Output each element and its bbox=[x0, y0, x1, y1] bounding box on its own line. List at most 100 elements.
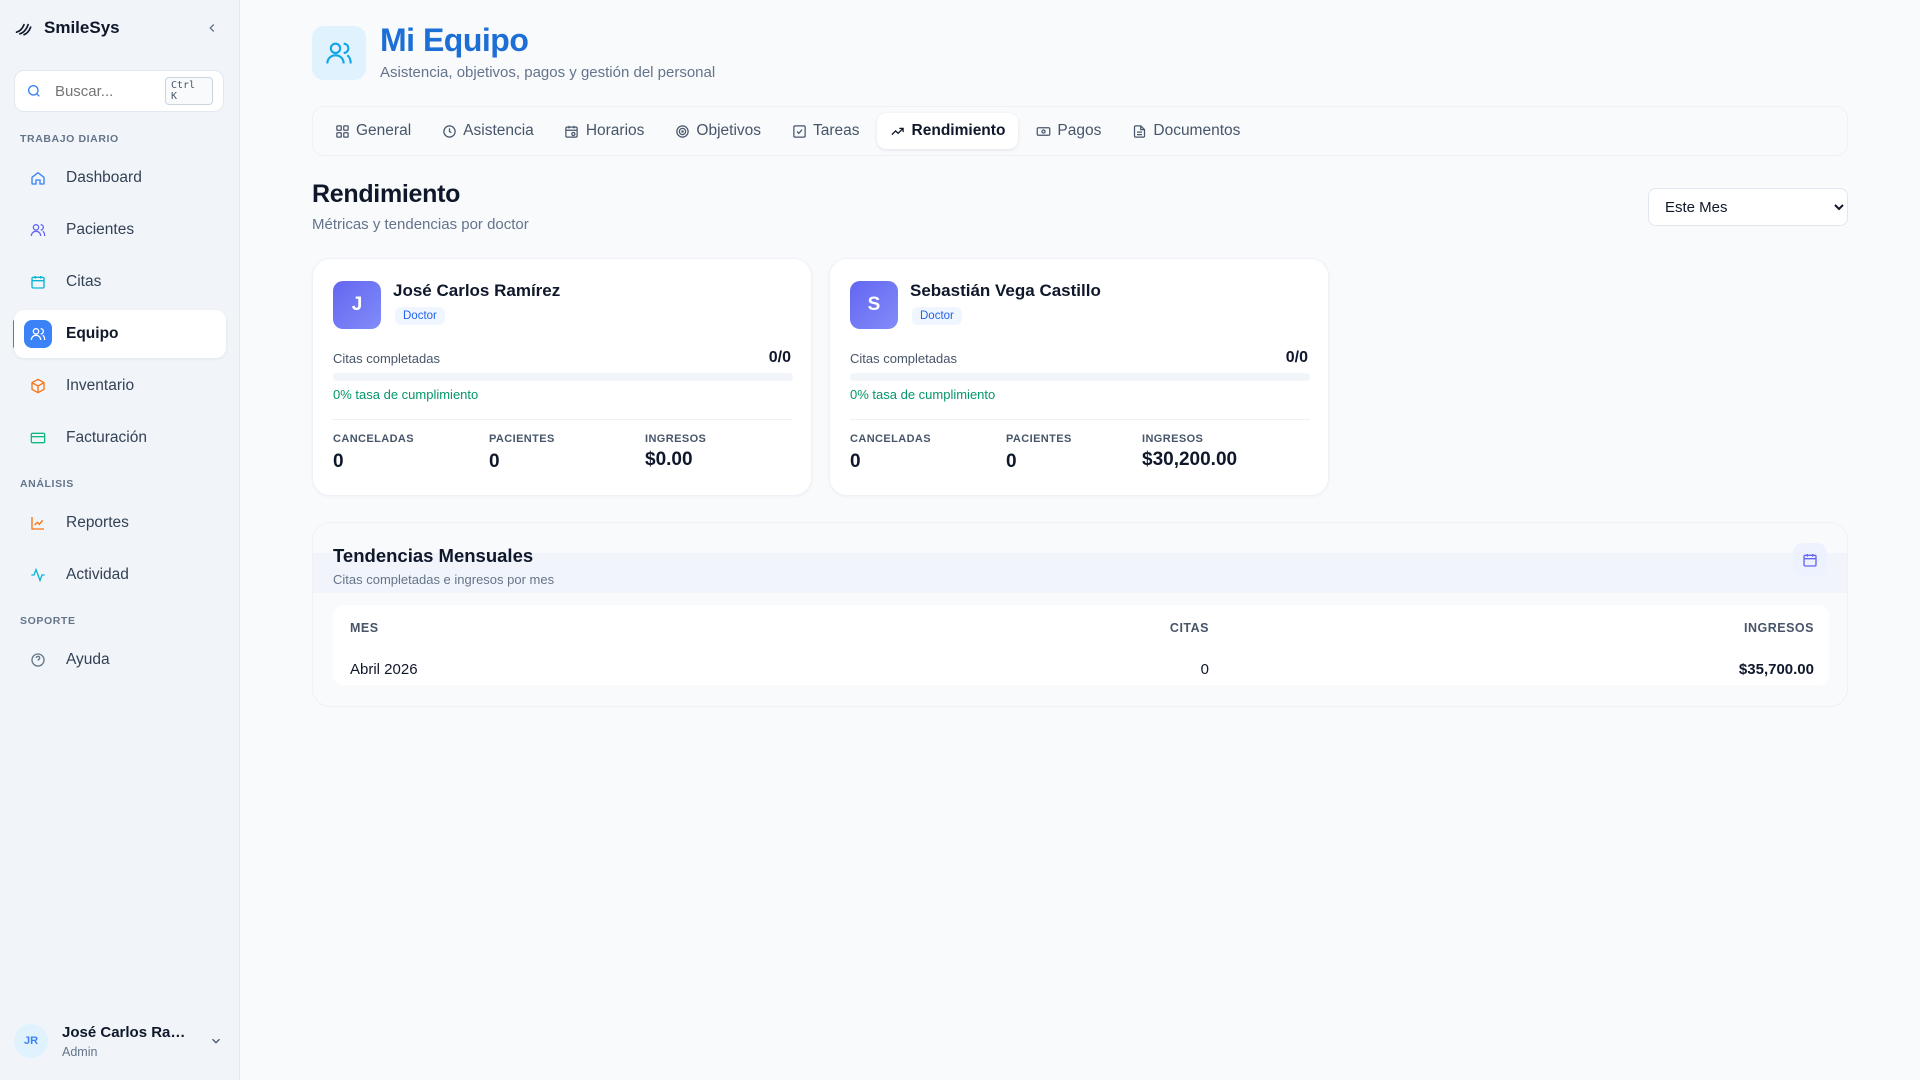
tab-bar: General Asistencia Horarios Objetivos Ta… bbox=[312, 106, 1848, 156]
monthly-trends-card: Tendencias Mensuales Citas completadas e… bbox=[312, 522, 1848, 707]
stat-label: Pacientes bbox=[1006, 433, 1072, 445]
column-header-appointments: Citas bbox=[1169, 621, 1209, 635]
stat-value: $30,200.00 bbox=[1142, 449, 1238, 470]
stat-label: Ingresos bbox=[645, 433, 707, 445]
home-icon bbox=[24, 164, 52, 192]
users-icon bbox=[24, 216, 52, 244]
doctor-card: S Sebastián Vega Castillo Doctor Citas c… bbox=[829, 258, 1329, 496]
stat-patients: Pacientes 0 bbox=[489, 433, 555, 473]
tab-general[interactable]: General bbox=[321, 113, 424, 149]
sidebar-item-equipo[interactable]: Equipo bbox=[14, 310, 226, 358]
activity-icon bbox=[24, 561, 52, 589]
tab-rendimiento[interactable]: Rendimiento bbox=[876, 113, 1019, 149]
sidebar-item-dashboard[interactable]: Dashboard bbox=[14, 154, 226, 202]
search-box[interactable]: Ctrl K bbox=[14, 70, 224, 112]
sidebar-item-label: Equipo bbox=[66, 325, 119, 342]
section-title-support: Soporte bbox=[20, 615, 76, 627]
user-menu[interactable]: JR José Carlos Ramír... Admin bbox=[14, 1018, 226, 1064]
role-badge: Doctor bbox=[912, 307, 962, 325]
tooth-logo-icon bbox=[14, 18, 34, 38]
column-header-month: Mes bbox=[350, 621, 379, 635]
trends-subtitle: Citas completadas e ingresos por mes bbox=[333, 572, 555, 587]
shortcut-hint: Ctrl K bbox=[164, 77, 213, 105]
completion-progress-bar bbox=[333, 373, 793, 381]
tab-horarios[interactable]: Horarios bbox=[551, 113, 658, 149]
tab-label: Rendimiento bbox=[911, 122, 1006, 139]
sidebar-item-ayuda[interactable]: Ayuda bbox=[14, 636, 226, 684]
search-icon bbox=[25, 82, 43, 100]
completed-ratio: 0/0 bbox=[1285, 349, 1308, 366]
role-badge: Doctor bbox=[395, 307, 445, 325]
stat-revenue: Ingresos $0.00 bbox=[645, 433, 706, 471]
chevron-left-icon bbox=[209, 24, 215, 32]
stat-label: Pacientes bbox=[489, 433, 555, 445]
tab-label: Horarios bbox=[585, 122, 645, 139]
column-header-revenue: Ingresos bbox=[1744, 621, 1814, 635]
calendar-icon bbox=[24, 268, 52, 296]
sidebar-item-label: Dashboard bbox=[66, 169, 142, 186]
stat-revenue: Ingresos $30,200.00 bbox=[1142, 433, 1237, 471]
stat-value: 0 bbox=[489, 451, 500, 472]
doctor-avatar: S bbox=[850, 281, 898, 329]
sidebar-item-inventario[interactable]: Inventario bbox=[14, 362, 226, 410]
grid-icon bbox=[334, 123, 350, 139]
sidebar-item-label: Citas bbox=[66, 273, 102, 290]
section-title-daily: Trabajo diario bbox=[20, 133, 119, 145]
tab-label: Tareas bbox=[813, 122, 860, 139]
collapse-sidebar-button[interactable] bbox=[200, 16, 224, 40]
sidebar-item-facturacion[interactable]: Facturación bbox=[14, 414, 226, 462]
search-input[interactable] bbox=[54, 82, 165, 100]
completed-ratio: 0/0 bbox=[768, 349, 791, 366]
user-info: José Carlos Ramír... Admin bbox=[62, 1024, 192, 1059]
tab-pagos[interactable]: Pagos bbox=[1022, 113, 1114, 149]
package-icon bbox=[24, 372, 52, 400]
calendar-clock-icon bbox=[564, 123, 580, 139]
completion-progress-bar bbox=[850, 373, 1310, 381]
sidebar-item-label: Ayuda bbox=[66, 651, 110, 668]
tab-label: General bbox=[356, 122, 412, 139]
tab-label: Objetivos bbox=[696, 122, 762, 139]
team-icon bbox=[24, 320, 52, 348]
tab-asistencia[interactable]: Asistencia bbox=[428, 113, 547, 149]
stat-canceled: Canceladas 0 bbox=[850, 433, 931, 473]
sidebar: SmileSys Ctrl K Trabajo diario Dashboard… bbox=[0, 0, 240, 1080]
calendar-icon bbox=[1803, 554, 1817, 567]
sidebar-item-label: Inventario bbox=[66, 377, 135, 394]
stat-canceled: Canceladas 0 bbox=[333, 433, 414, 473]
tab-label: Asistencia bbox=[463, 122, 534, 139]
period-select[interactable]: Este Mes bbox=[1648, 188, 1848, 226]
table-cell-month: Abril 2026 bbox=[350, 661, 418, 678]
sidebar-item-label: Reportes bbox=[66, 514, 129, 531]
doctor-name: José Carlos Ramírez bbox=[393, 281, 561, 300]
tab-objetivos[interactable]: Objetivos bbox=[661, 113, 774, 149]
page-title: Mi Equipo bbox=[380, 22, 529, 58]
section-title: Rendimiento bbox=[312, 180, 461, 208]
check-square-icon bbox=[791, 123, 807, 139]
sidebar-item-reportes[interactable]: Reportes bbox=[14, 499, 226, 547]
stat-value: $0.00 bbox=[645, 449, 693, 470]
section-title-analysis: Análisis bbox=[20, 478, 74, 490]
tab-documentos[interactable]: Documentos bbox=[1118, 113, 1253, 149]
stat-patients: Pacientes 0 bbox=[1006, 433, 1072, 473]
target-icon bbox=[674, 123, 690, 139]
sidebar-item-actividad[interactable]: Actividad bbox=[14, 551, 226, 599]
brand[interactable]: SmileSys bbox=[14, 16, 120, 40]
completed-label: Citas completadas bbox=[333, 351, 440, 366]
tab-tareas[interactable]: Tareas bbox=[778, 113, 873, 149]
doctor-avatar: J bbox=[333, 281, 381, 329]
clock-icon bbox=[441, 123, 457, 139]
completion-rate: 0% tasa de cumplimiento bbox=[333, 387, 479, 402]
trends-table: Mes Citas Ingresos Abril 2026 0 $35,700.… bbox=[333, 605, 1829, 685]
help-circle-icon bbox=[24, 646, 52, 674]
doctor-card: J José Carlos Ramírez Doctor Citas compl… bbox=[312, 258, 812, 496]
sidebar-item-label: Facturación bbox=[66, 429, 147, 446]
completed-label: Citas completadas bbox=[850, 351, 957, 366]
table-cell-revenue: $35,700.00 bbox=[1738, 661, 1814, 678]
stat-value: 0 bbox=[333, 451, 344, 472]
stat-label: Canceladas bbox=[333, 433, 414, 445]
banknote-icon bbox=[1035, 123, 1051, 139]
sidebar-item-pacientes[interactable]: Pacientes bbox=[14, 206, 226, 254]
trends-calendar-button[interactable] bbox=[1793, 543, 1827, 577]
sidebar-item-citas[interactable]: Citas bbox=[14, 258, 226, 306]
user-role: Admin bbox=[62, 1044, 98, 1059]
